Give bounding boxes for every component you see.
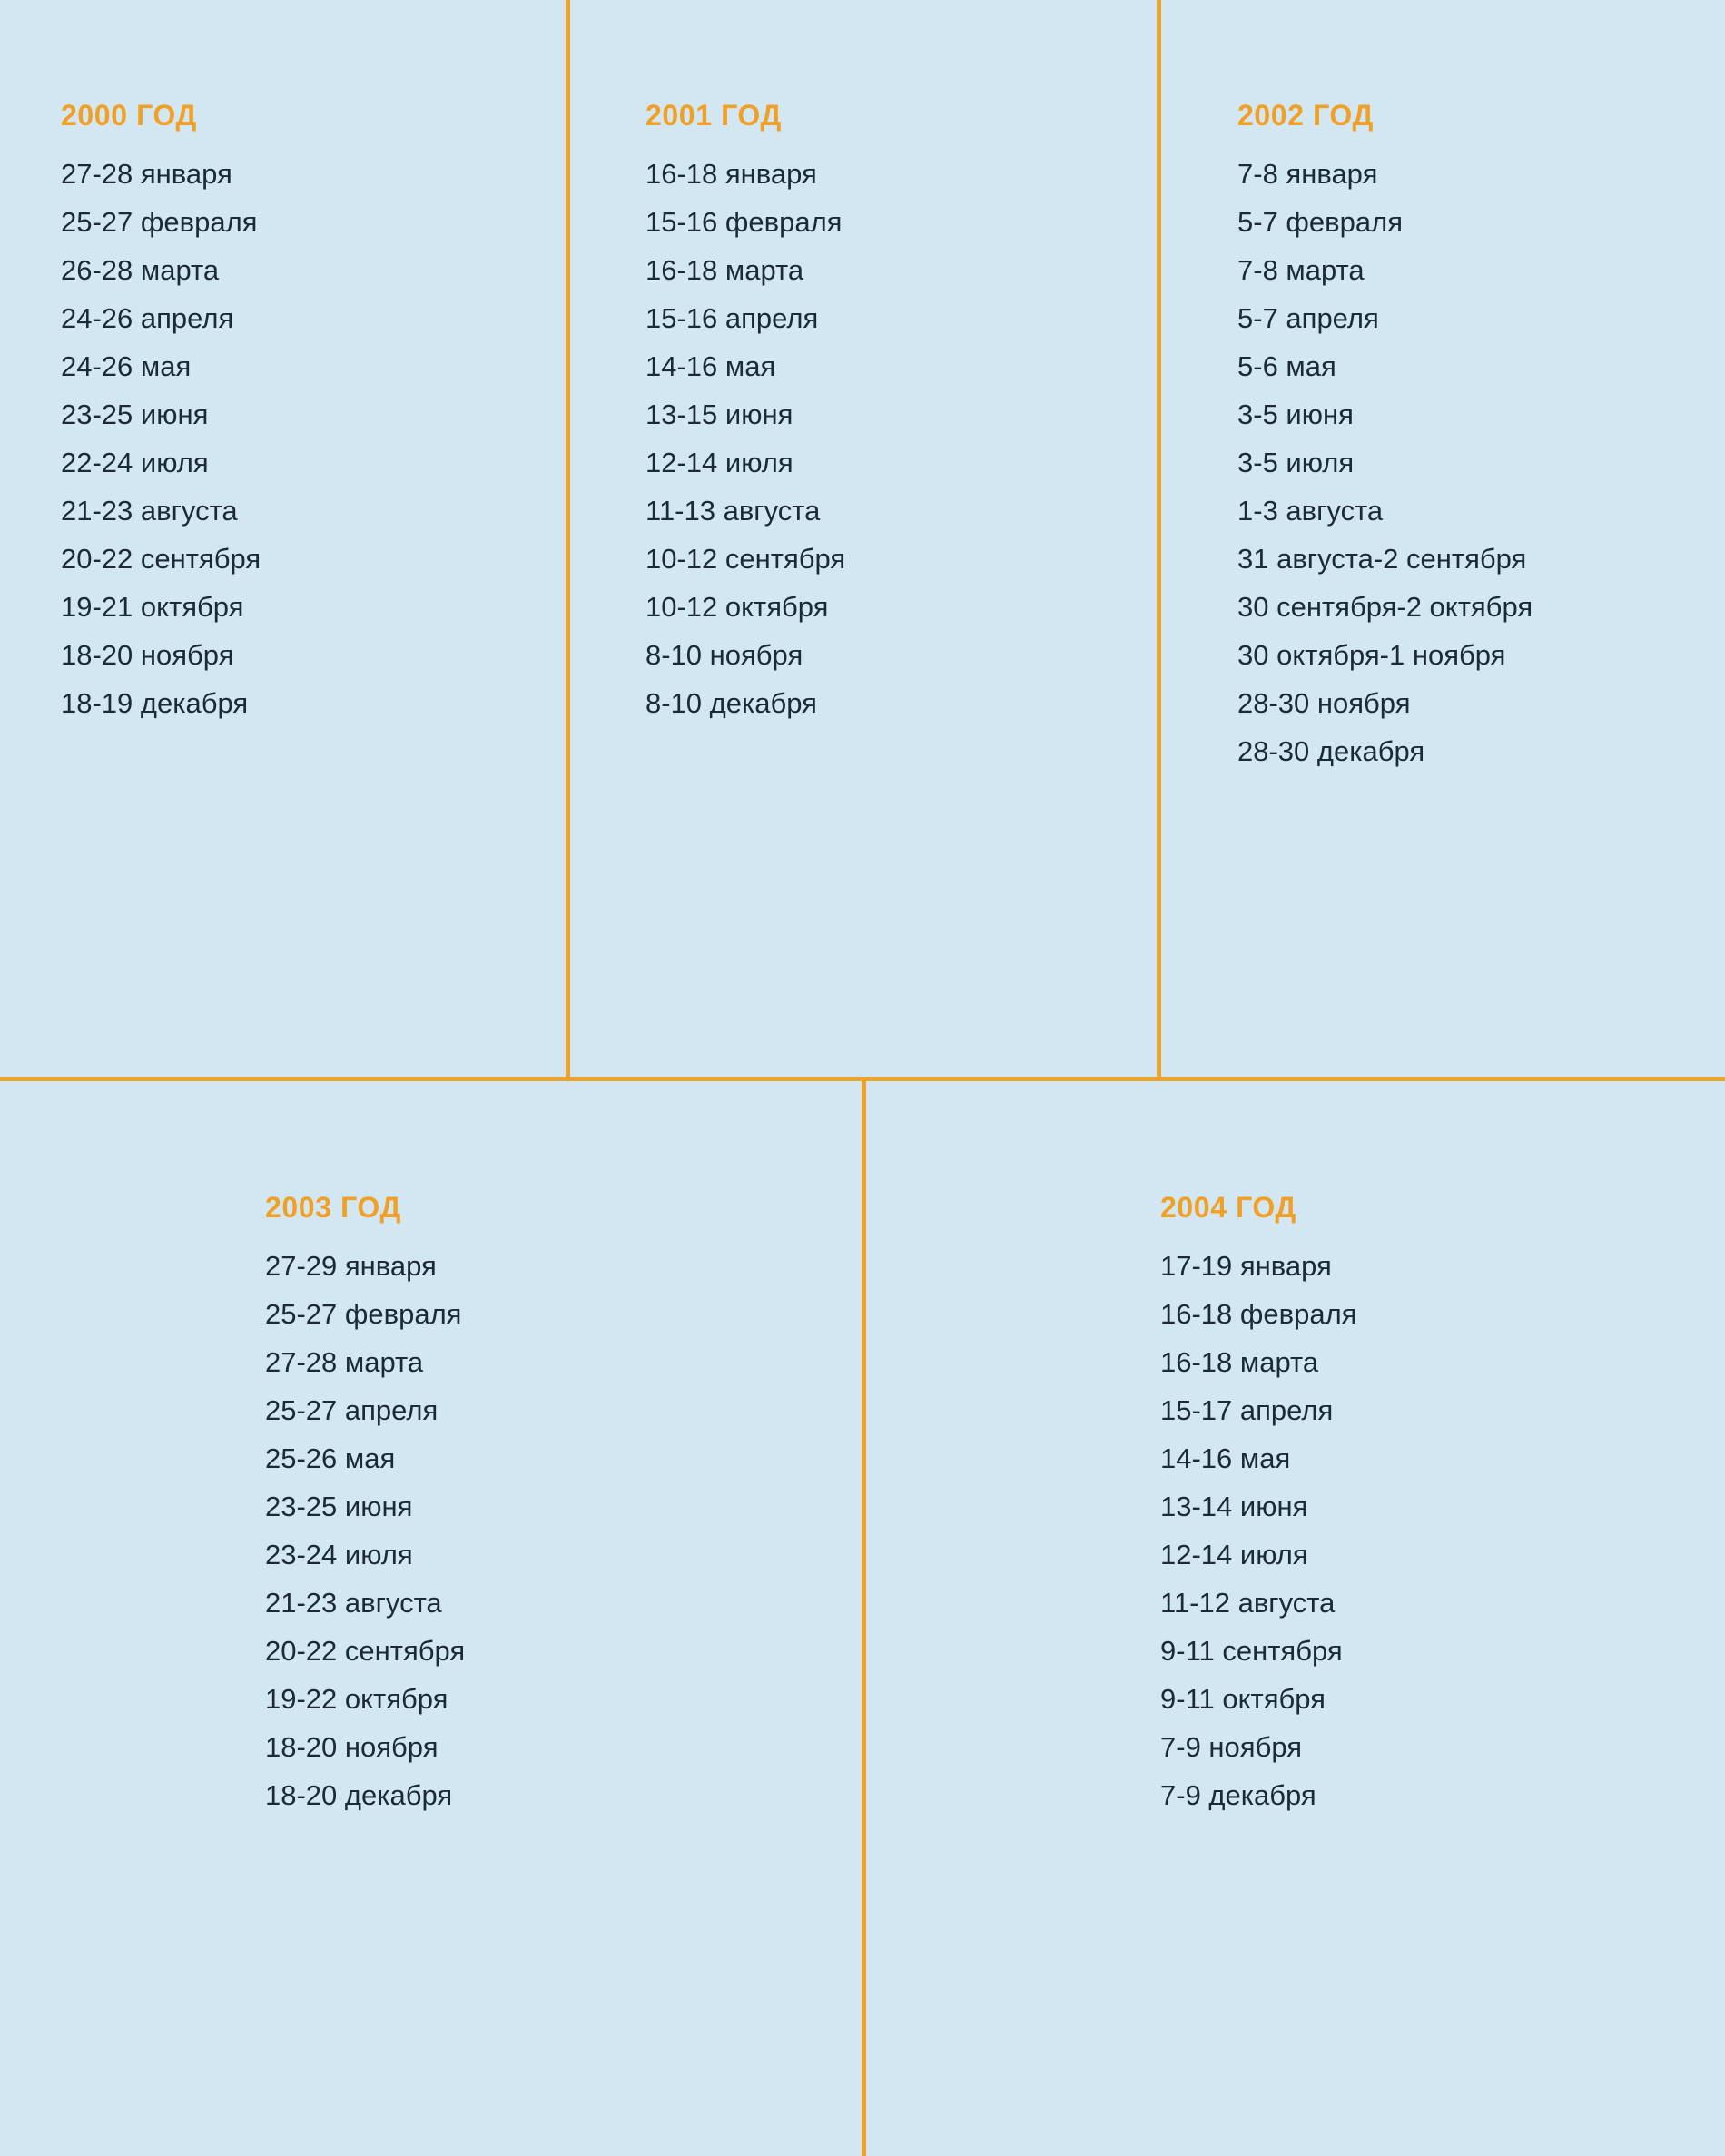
date-item: 5-7 февраля bbox=[1237, 206, 1403, 239]
date-item: 13-14 июня bbox=[1160, 1491, 1308, 1523]
date-item: 15-16 февраля bbox=[646, 206, 843, 239]
date-item: 27-28 января bbox=[61, 158, 232, 191]
year-column-2002: 2002 ГОД 7-8 января 5-7 февраля 7-8 март… bbox=[1157, 0, 1725, 1077]
date-item: 8-10 ноября bbox=[646, 639, 803, 672]
date-item: 16-18 марта bbox=[1160, 1346, 1319, 1379]
date-item: 20-22 сентября bbox=[61, 543, 261, 576]
date-item: 23-24 июля bbox=[265, 1539, 413, 1571]
date-item: 30 октября-1 ноября bbox=[1237, 639, 1506, 672]
year-column-2000: 2000 ГОД 27-28 января 25-27 февраля 26-2… bbox=[0, 0, 566, 1077]
date-item: 25-27 февраля bbox=[61, 206, 258, 239]
date-item: 23-25 июня bbox=[265, 1491, 413, 1523]
year-heading-2002: 2002 ГОД bbox=[1237, 99, 1374, 132]
date-item: 30 сентября-2 октября bbox=[1237, 591, 1533, 624]
date-item: 13-15 июня bbox=[646, 399, 794, 431]
date-item: 7-8 января bbox=[1237, 158, 1378, 191]
date-item: 15-17 апреля bbox=[1160, 1394, 1334, 1427]
date-item: 8-10 декабря bbox=[646, 687, 817, 720]
date-item: 31 августа-2 сентября bbox=[1237, 543, 1527, 576]
date-item: 14-16 мая bbox=[1160, 1442, 1291, 1475]
date-item: 25-27 апреля bbox=[265, 1394, 439, 1427]
date-list-2001: 16-18 января 15-16 февраля 16-18 марта 1… bbox=[646, 150, 1157, 727]
date-item: 11-13 августа bbox=[646, 495, 821, 527]
date-item: 16-18 января bbox=[646, 158, 817, 191]
date-item: 5-6 мая bbox=[1237, 350, 1336, 383]
date-item: 11-12 августа bbox=[1160, 1587, 1336, 1619]
year-column-2003: 2003 ГОД 27-29 января 25-27 февраля 27-2… bbox=[0, 1081, 862, 2156]
date-item: 3-5 июля bbox=[1237, 447, 1355, 479]
date-item: 18-20 ноября bbox=[265, 1731, 439, 1764]
date-list-2000: 27-28 января 25-27 февраля 26-28 марта 2… bbox=[61, 150, 566, 727]
date-list-2003: 27-29 января 25-27 февраля 27-28 марта 2… bbox=[265, 1242, 862, 1819]
date-item: 24-26 мая bbox=[61, 350, 192, 383]
date-item: 26-28 марта bbox=[61, 254, 220, 287]
top-year-row: 2000 ГОД 27-28 января 25-27 февраля 26-2… bbox=[0, 0, 1725, 1077]
column-divider-vertical-right bbox=[1157, 0, 1161, 1078]
date-item: 18-19 декабря bbox=[61, 687, 249, 720]
date-item: 1-3 августа bbox=[1237, 495, 1384, 527]
column-divider-vertical-bottom bbox=[862, 1078, 866, 2156]
date-item: 9-11 октября bbox=[1160, 1683, 1326, 1716]
year-heading-2004: 2004 ГОД bbox=[1160, 1191, 1296, 1224]
date-list-2002: 7-8 января 5-7 февраля 7-8 марта 5-7 апр… bbox=[1237, 150, 1725, 775]
date-item: 23-25 июня bbox=[61, 399, 209, 431]
date-item: 5-7 апреля bbox=[1237, 302, 1379, 335]
date-item: 20-22 сентября bbox=[265, 1635, 466, 1668]
date-item: 7-9 декабря bbox=[1160, 1779, 1316, 1812]
date-item: 10-12 октября bbox=[646, 591, 829, 624]
date-item: 22-24 июля bbox=[61, 447, 209, 479]
date-item: 10-12 сентября bbox=[646, 543, 846, 576]
date-item: 7-8 марта bbox=[1237, 254, 1365, 287]
year-heading-2001: 2001 ГОД bbox=[646, 99, 782, 132]
date-item: 18-20 ноября bbox=[61, 639, 234, 672]
date-item: 21-23 августа bbox=[265, 1587, 442, 1619]
date-item: 12-14 июля bbox=[1160, 1539, 1308, 1571]
date-item: 25-27 февраля bbox=[265, 1298, 462, 1331]
date-item: 15-16 апреля bbox=[646, 302, 819, 335]
date-item: 19-21 октября bbox=[61, 591, 244, 624]
date-item: 27-28 марта bbox=[265, 1346, 424, 1379]
column-divider-vertical-left bbox=[566, 0, 570, 1078]
calendar-sheet: 2000 ГОД 27-28 января 25-27 февраля 26-2… bbox=[0, 0, 1725, 2156]
date-item: 18-20 декабря bbox=[265, 1779, 453, 1812]
date-item: 9-11 сентября bbox=[1160, 1635, 1343, 1668]
year-column-2001: 2001 ГОД 16-18 января 15-16 февраля 16-1… bbox=[566, 0, 1157, 1077]
date-item: 27-29 января bbox=[265, 1250, 437, 1283]
date-item: 12-14 июля bbox=[646, 447, 794, 479]
date-item: 24-26 апреля bbox=[61, 302, 234, 335]
year-heading-2000: 2000 ГОД bbox=[61, 99, 197, 132]
date-item: 16-18 февраля bbox=[1160, 1298, 1357, 1331]
date-item: 28-30 ноября bbox=[1237, 687, 1411, 720]
date-item: 16-18 марта bbox=[646, 254, 804, 287]
date-item: 3-5 июня bbox=[1237, 399, 1354, 431]
date-item: 14-16 мая bbox=[646, 350, 776, 383]
date-item: 19-22 октября bbox=[265, 1683, 448, 1716]
date-item: 7-9 ноября bbox=[1160, 1731, 1302, 1764]
date-item: 17-19 января bbox=[1160, 1250, 1332, 1283]
year-heading-2003: 2003 ГОД bbox=[265, 1191, 401, 1224]
date-item: 21-23 августа bbox=[61, 495, 238, 527]
year-column-2004: 2004 ГОД 17-19 января 16-18 февраля 16-1… bbox=[862, 1081, 1725, 2156]
date-list-2004: 17-19 января 16-18 февраля 16-18 марта 1… bbox=[1160, 1242, 1725, 1819]
date-item: 25-26 мая bbox=[265, 1442, 396, 1475]
date-item: 28-30 декабря bbox=[1237, 735, 1425, 768]
